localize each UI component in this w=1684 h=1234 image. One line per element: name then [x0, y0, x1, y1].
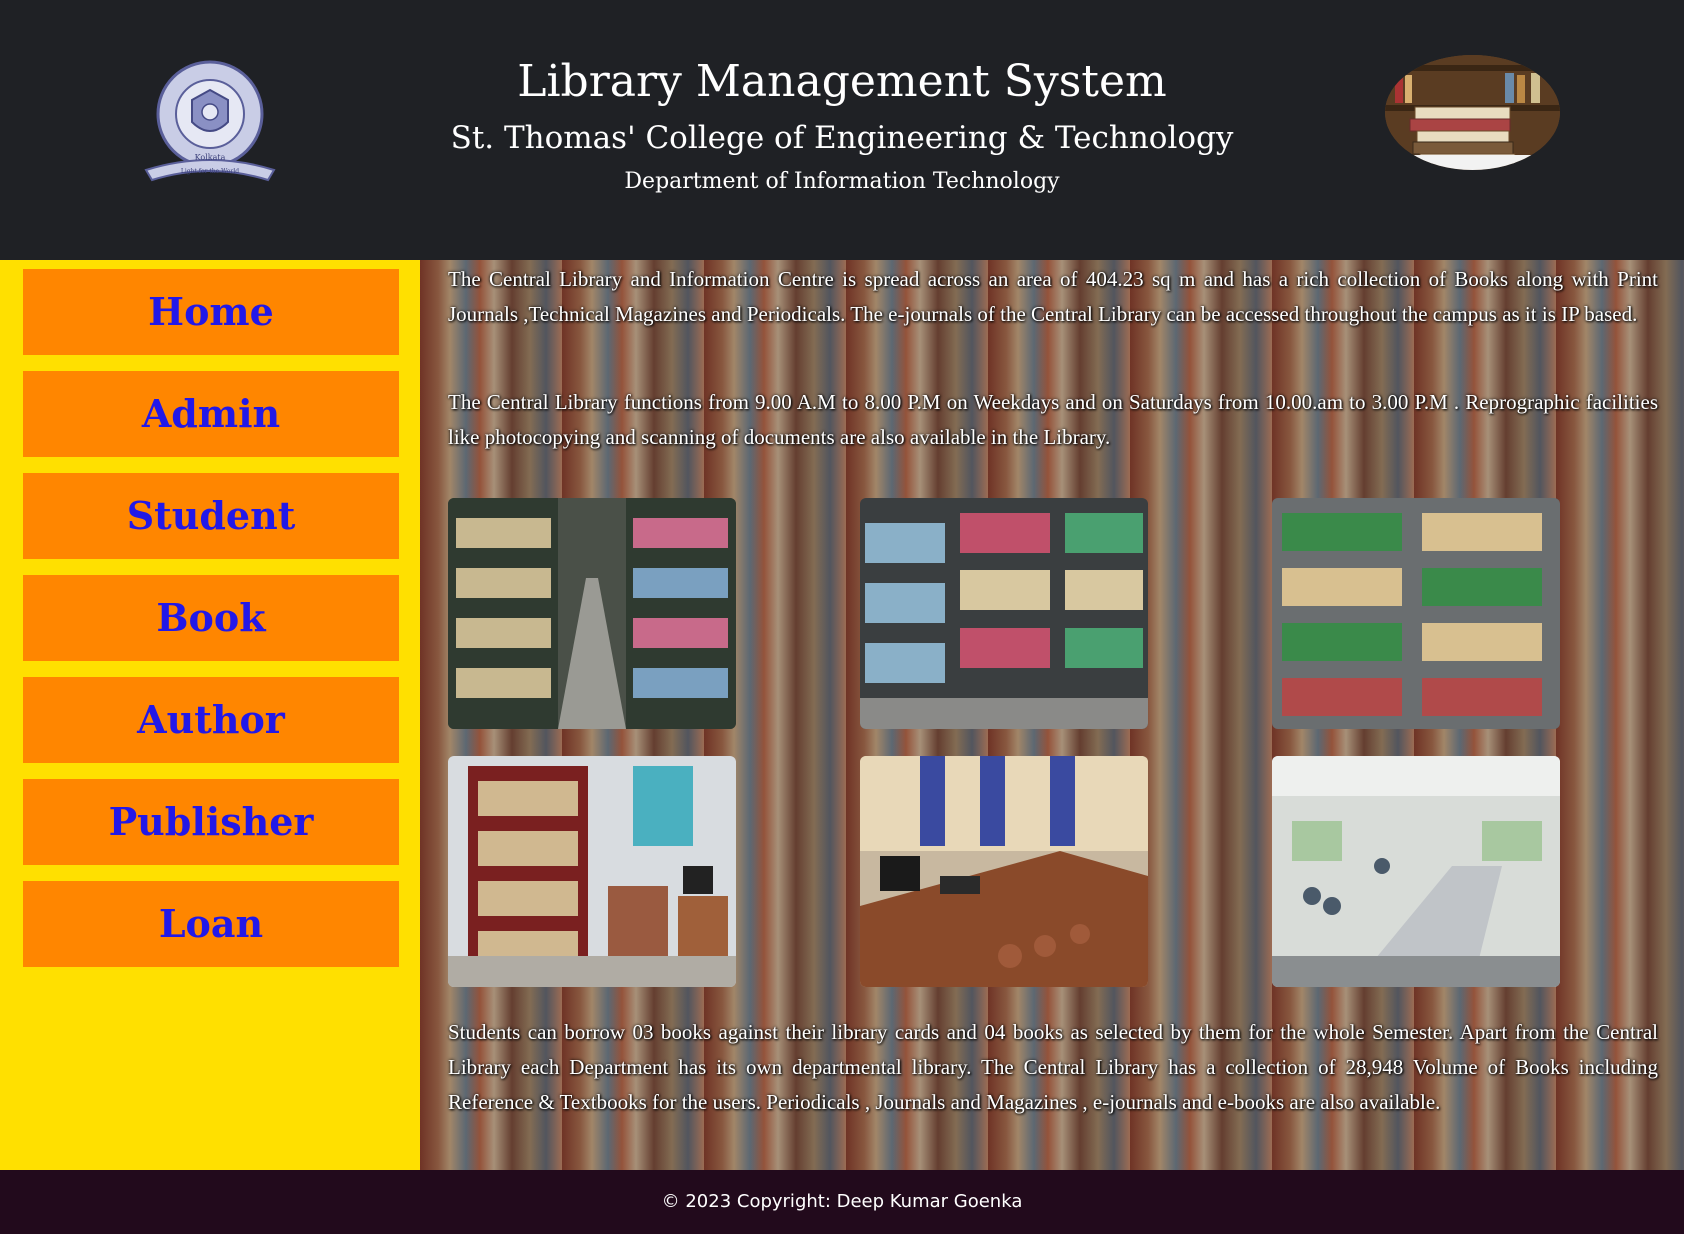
library-hours-paragraph: The Central Library functions from 9.00 … — [448, 390, 1658, 449]
library-aisle-photo — [448, 498, 736, 729]
college-name: St. Thomas' College of Engineering & Tec… — [450, 120, 1234, 156]
borrowing-rules-paragraph: Students can borrow 03 books against the… — [448, 1020, 1658, 1114]
nav-author-button[interactable]: Author — [23, 677, 399, 763]
seal-city-text: Kolkata — [195, 153, 226, 162]
site-footer: © 2023 Copyright: Deep Kumar Goenka — [0, 1170, 1684, 1234]
nav-book-button[interactable]: Book — [23, 575, 399, 661]
stacked-books-icon — [1385, 55, 1560, 170]
seal-motto-text: Light for the World — [181, 168, 239, 175]
reading-hall-photo — [1272, 756, 1560, 987]
college-seal-icon: Kolkata Light for the World — [140, 52, 280, 192]
green-bookshelves-photo — [1272, 498, 1560, 729]
computer-lab-photo — [860, 756, 1148, 987]
main-content: The Central Library and Information Cent… — [420, 260, 1684, 1170]
nav-admin-button[interactable]: Admin — [23, 371, 399, 457]
nav-student-button[interactable]: Student — [23, 473, 399, 559]
reading-corner-photo — [448, 756, 736, 987]
nav-loan-button[interactable]: Loan — [23, 881, 399, 967]
copyright-text: © 2023 Copyright: Deep Kumar Goenka — [661, 1191, 1023, 1212]
site-header: Kolkata Light for the World Library Mana… — [0, 0, 1684, 260]
bookshelves-photo — [860, 498, 1148, 729]
page-title: Library Management System — [517, 56, 1167, 107]
nav-home-button[interactable]: Home — [23, 269, 399, 355]
header-titles: Library Management System St. Thomas' Co… — [340, 52, 1344, 198]
library-intro-paragraph: The Central Library and Information Cent… — [448, 267, 1658, 326]
sidebar-nav: Home Admin Student Book Author Publisher… — [0, 260, 420, 1170]
page: Kolkata Light for the World Library Mana… — [0, 0, 1684, 1234]
nav-publisher-button[interactable]: Publisher — [23, 779, 399, 865]
department-name: Department of Information Technology — [624, 169, 1060, 194]
